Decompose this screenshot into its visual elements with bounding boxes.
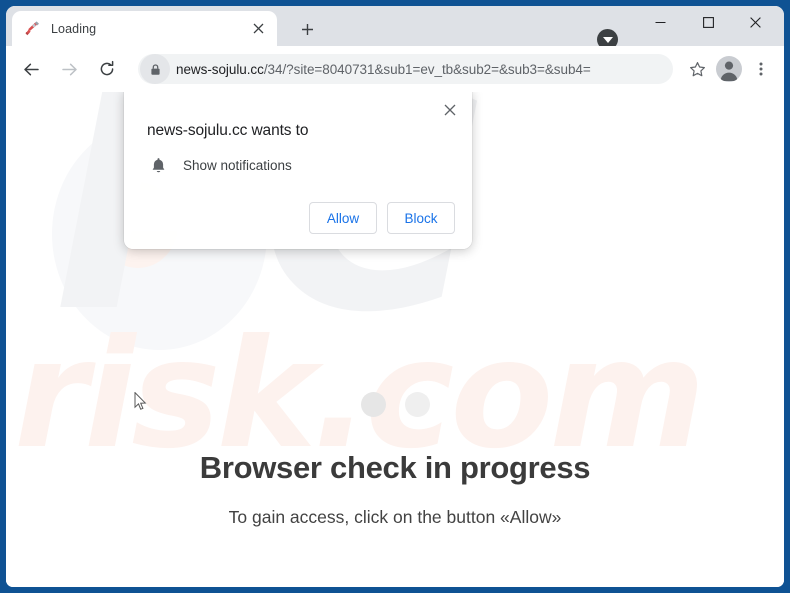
tab-title: Loading (51, 21, 97, 36)
loading-dot (360, 392, 386, 417)
bell-icon (147, 157, 169, 174)
desktop-background: Loading news-sojulu.cc/34/?site=8040731&… (0, 0, 790, 593)
megaphone-icon (24, 20, 41, 37)
browser-menu-icon[interactable] (746, 54, 776, 84)
close-icon[interactable] (247, 18, 269, 40)
notification-permission-dialog: news-sojulu.cc wants to Show notificatio… (124, 92, 472, 249)
address-bar[interactable]: news-sojulu.cc/34/?site=8040731&sub1=ev_… (138, 54, 673, 84)
page-subtitle: To gain access, click on the button «All… (228, 507, 562, 527)
close-icon[interactable] (438, 98, 462, 122)
loading-dot (404, 392, 430, 417)
browser-window: Loading news-sojulu.cc/34/?site=8040731&… (6, 6, 784, 587)
reload-button[interactable] (92, 54, 122, 84)
page-title: Browser check in progress (199, 450, 591, 485)
tab-strip: Loading (6, 6, 784, 50)
loading-spinner (6, 392, 784, 417)
window-maximize-button[interactable] (685, 6, 732, 39)
allow-button[interactable]: Allow (309, 202, 377, 234)
address-bar-path: /34/?site=8040731&sub1=ev_tb&sub2=&sub3=… (263, 61, 591, 77)
page-viewport: PC risk.com Browser check in progress To… (6, 92, 784, 587)
profile-avatar[interactable] (714, 54, 744, 84)
dialog-actions: Allow Block (141, 202, 455, 234)
bookmark-star-icon[interactable] (682, 54, 712, 84)
window-close-button[interactable] (732, 6, 779, 39)
block-button[interactable]: Block (387, 202, 455, 234)
permission-row: Show notifications (147, 157, 455, 174)
address-bar-host: news-sojulu.cc (176, 61, 264, 77)
lock-icon[interactable] (140, 54, 170, 84)
new-tab-button[interactable] (294, 16, 320, 42)
page-content: Browser check in progress To gain access… (6, 392, 784, 528)
avatar (716, 56, 742, 82)
permission-label: Show notifications (183, 158, 292, 173)
address-bar-url: news-sojulu.cc/34/?site=8040731&sub1=ev_… (176, 62, 663, 77)
browser-toolbar: news-sojulu.cc/34/?site=8040731&sub1=ev_… (6, 46, 784, 92)
browser-tab-loading[interactable]: Loading (12, 11, 277, 46)
dialog-title: news-sojulu.cc wants to (147, 122, 309, 139)
forward-button[interactable] (54, 54, 84, 84)
back-button[interactable] (16, 54, 46, 84)
window-minimize-button[interactable] (637, 6, 684, 39)
